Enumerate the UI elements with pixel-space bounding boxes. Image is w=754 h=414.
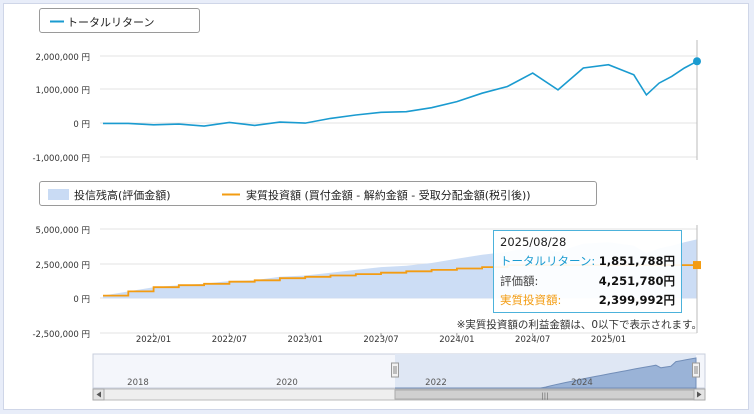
navigator-year-label: 2022 — [425, 378, 447, 388]
navigator-year-label: 2020 — [276, 378, 298, 388]
tooltip-total-return-value: 1,851,788円 — [598, 254, 675, 268]
tooltip-invested-label: 実質投資額: — [500, 293, 562, 307]
footnote: ※実質投資額の利益金額は、0以下で表示されます。 — [456, 319, 702, 331]
tooltip-invested-value: 2,399,992円 — [598, 293, 675, 307]
navigator-year-label: 2018 — [127, 378, 149, 388]
handle-body — [391, 362, 399, 378]
navigator-right-handle[interactable] — [692, 362, 700, 378]
handle-body — [692, 362, 700, 378]
tooltip-total-return-label: トータルリターン: — [500, 254, 596, 268]
tooltip-date: 2025/08/28 — [500, 235, 567, 249]
navigator-year-label: 2024 — [571, 378, 593, 388]
navigator-left-handle[interactable] — [391, 362, 399, 378]
data-tooltip: 2025/08/28 トータルリターン: 1,851,788円 評価額: 4,2… — [493, 230, 682, 313]
navigator[interactable]: 2018 2020 2022 2024 ||| — [0, 0, 754, 414]
grip-icon: ||| — [541, 392, 548, 400]
tooltip-valuation-value: 4,251,780円 — [598, 274, 675, 288]
tooltip-valuation-label: 評価額: — [500, 274, 539, 288]
